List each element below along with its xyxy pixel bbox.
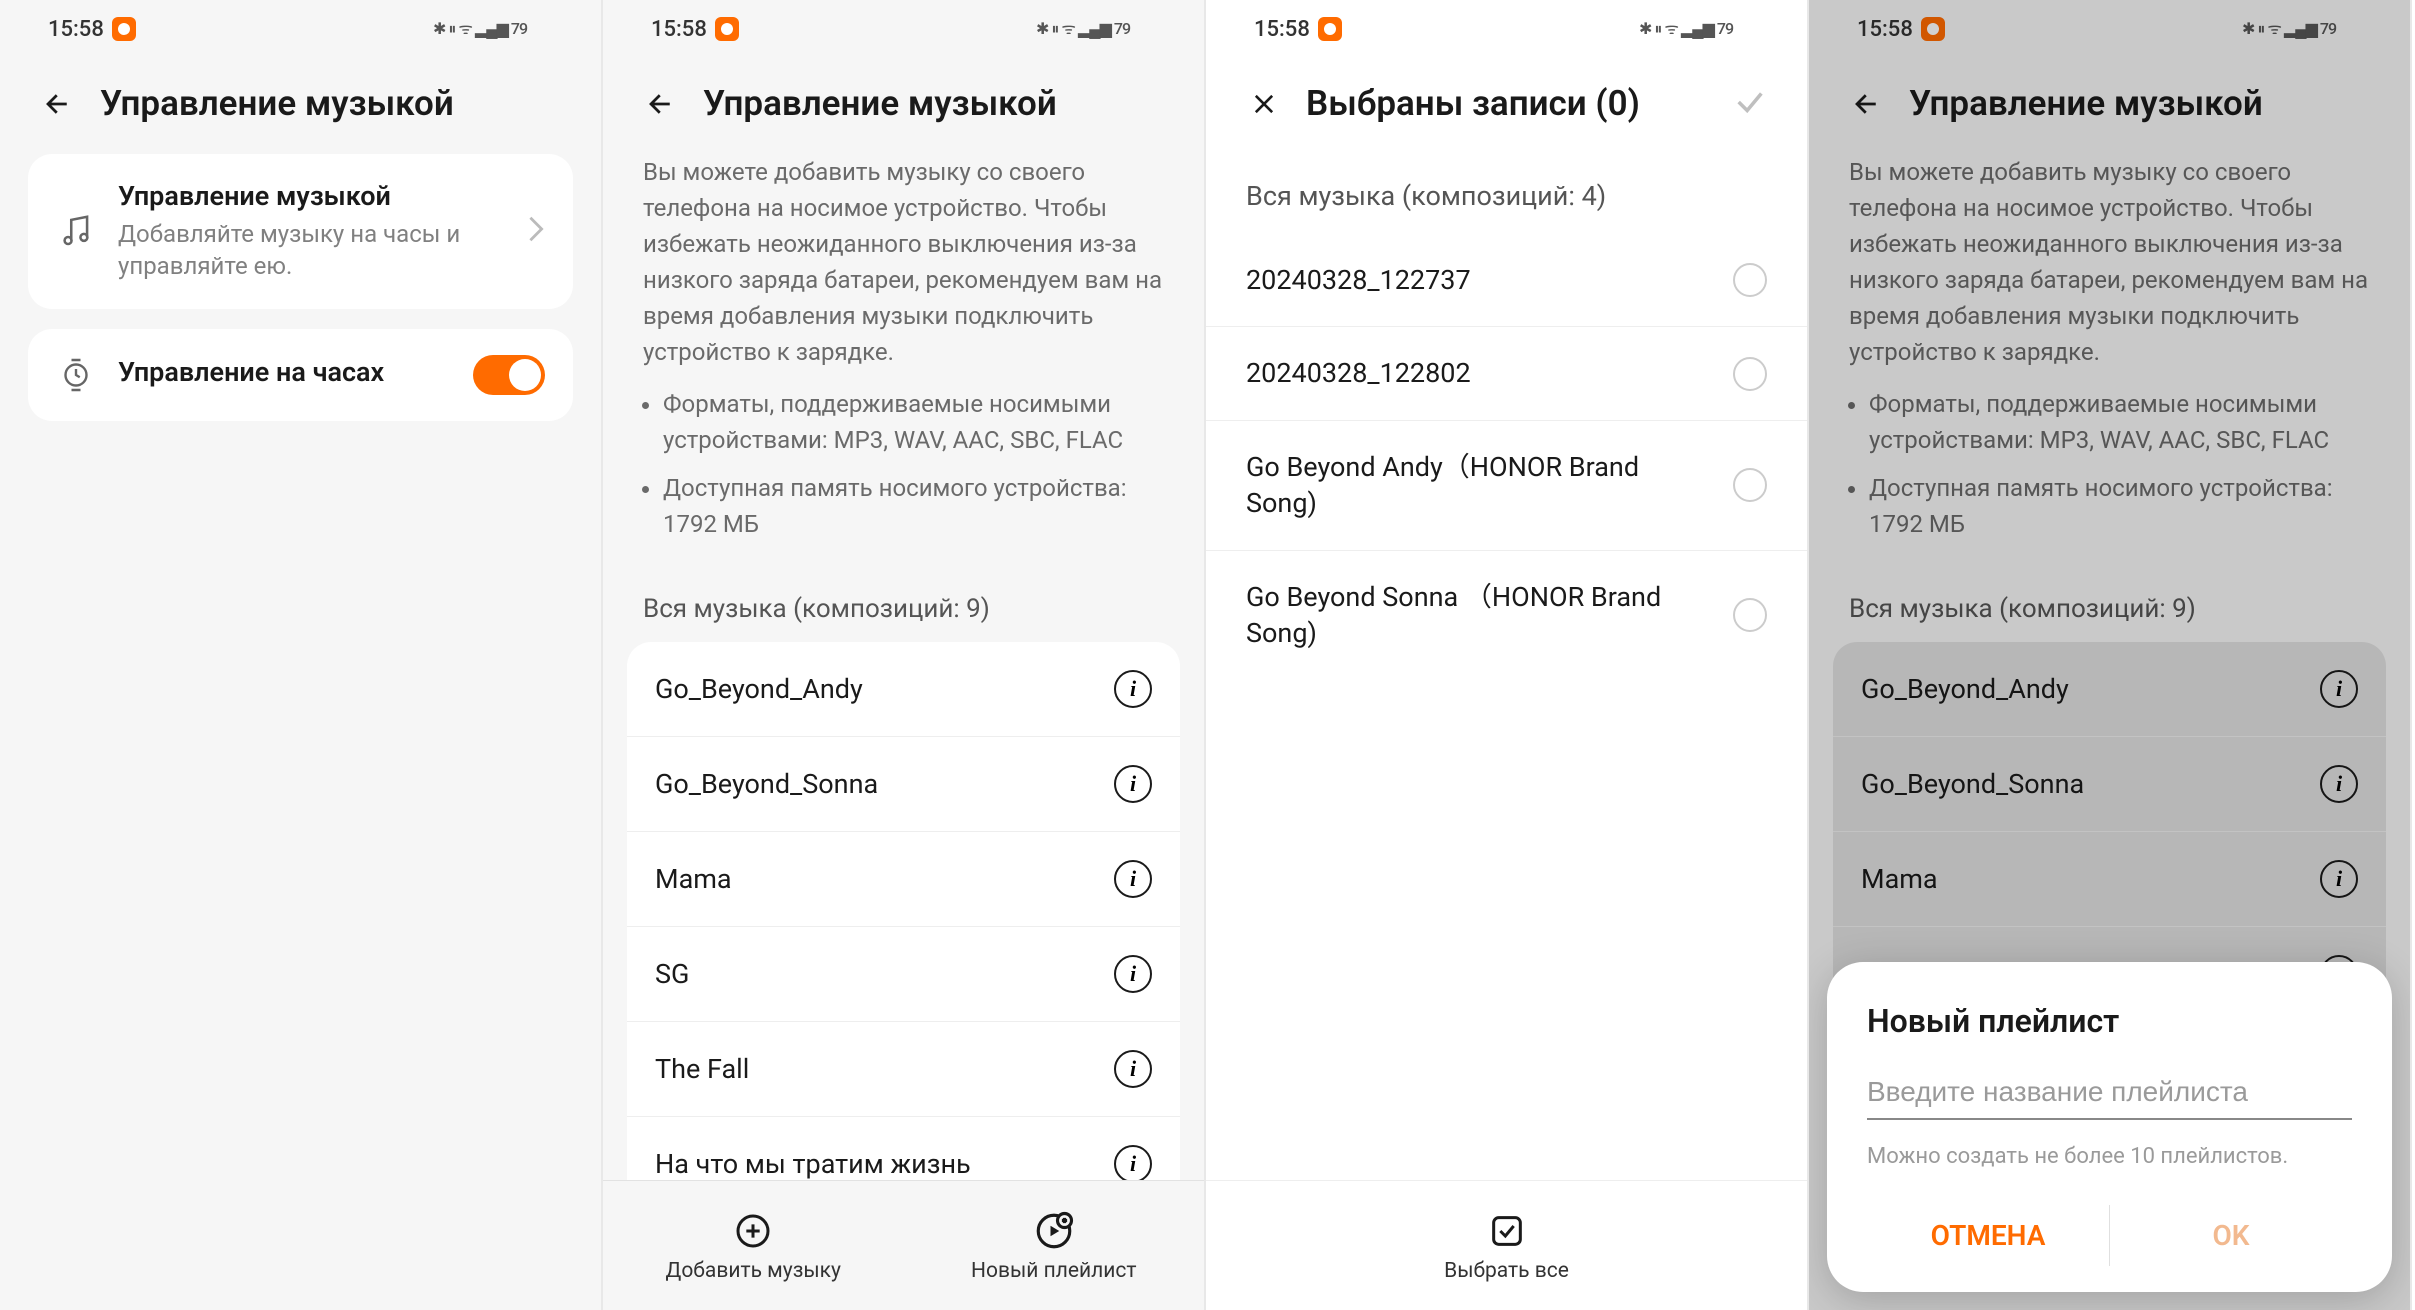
description-text: Вы можете добавить музыку со своего теле… [603, 154, 1204, 386]
list-item[interactable]: Go_Beyond_Sonnai [627, 737, 1180, 832]
music-manage-card[interactable]: Управление музыкой Добавляйте музыку на … [28, 154, 573, 309]
info-icon[interactable]: i [2320, 860, 2358, 898]
memory-bullet: Доступная память носимого устройства: 17… [1869, 470, 2370, 542]
svg-text:✱ ⏸ ᯤ ▂▄▆ 79: ✱ ⏸ ᯤ ▂▄▆ 79 [2242, 19, 2337, 39]
card-title: Управление на часах [118, 356, 451, 388]
music-list: Go_Beyond_Andyi Go_Beyond_Sonnai Mamai S… [627, 642, 1180, 1180]
dialog-title: Новый плейлист [1867, 1002, 2352, 1040]
list-item[interactable]: Go_Beyond_Sonnai [1833, 737, 2386, 832]
plus-circle-icon [731, 1209, 775, 1253]
page-title: Управление музыкой [1909, 83, 2263, 124]
page-title: Управление музыкой [100, 83, 454, 124]
button-label: Добавить музыку [666, 1259, 841, 1283]
playlist-name-input[interactable] [1867, 1070, 2352, 1120]
card-subtitle: Добавляйте музыку на часы и управляйте е… [118, 218, 505, 283]
page-title: Выбраны записи (0) [1306, 83, 1640, 124]
svg-text:✱ ⏸ ᯤ ▂▄▆ 79: ✱ ⏸ ᯤ ▂▄▆ 79 [433, 19, 528, 39]
music-list: 20240328_122737 20240328_122802 Go Beyon… [1206, 234, 1807, 680]
list-item[interactable]: Go Beyond Sonna （HONOR Brand Song) [1206, 551, 1807, 680]
confirm-icon[interactable] [1733, 85, 1767, 123]
section-title: Вся музыка (композиций: 4) [1206, 154, 1807, 234]
dialog-hint: Можно создать не более 10 плейлистов. [1867, 1144, 2352, 1169]
cancel-button[interactable]: ОТМЕНА [1867, 1205, 2110, 1266]
back-icon[interactable] [40, 86, 76, 122]
format-bullet: Форматы, поддерживаемые носимыми устройс… [1869, 386, 2370, 458]
radio-icon[interactable] [1733, 468, 1767, 502]
list-item[interactable]: Mamai [627, 832, 1180, 927]
list-item[interactable]: Go_Beyond_Andyi [1833, 642, 2386, 737]
svg-text:✱ ⏸ ᯤ ▂▄▆ 79: ✱ ⏸ ᯤ ▂▄▆ 79 [1639, 19, 1734, 39]
close-icon[interactable] [1246, 86, 1282, 122]
bottom-toolbar: Добавить музыку Новый плейлист [603, 1180, 1204, 1310]
status-indicators: ✱ ⏸ ᯤ ▂▄▆ 79 [433, 18, 553, 40]
select-all-icon [1485, 1209, 1529, 1253]
app-indicator-icon [112, 17, 136, 41]
button-label: Новый плейлист [971, 1259, 1136, 1283]
info-icon[interactable]: i [2320, 765, 2358, 803]
bottom-toolbar: Выбрать все [1206, 1180, 1807, 1310]
status-time: 15:58 [651, 17, 707, 42]
info-icon[interactable]: i [1114, 955, 1152, 993]
watch-control-card: Управление на часах [28, 329, 573, 421]
app-indicator-icon [1318, 17, 1342, 41]
add-music-button[interactable]: Добавить музыку [603, 1181, 904, 1310]
info-icon[interactable]: i [1114, 1145, 1152, 1180]
status-time: 15:58 [1857, 17, 1913, 42]
memory-bullet: Доступная память носимого устройства: 17… [663, 470, 1164, 542]
radio-icon[interactable] [1733, 263, 1767, 297]
info-icon[interactable]: i [1114, 860, 1152, 898]
page-title: Управление музыкой [703, 83, 1057, 124]
list-item[interactable]: На что мы тратим жизньi [627, 1117, 1180, 1180]
status-indicators: ✱ ⏸ ᯤ ▂▄▆ 79 [1036, 18, 1156, 40]
chevron-right-icon [527, 215, 545, 247]
new-playlist-dialog: Новый плейлист Можно создать не более 10… [1827, 962, 2392, 1292]
info-icon[interactable]: i [1114, 670, 1152, 708]
status-indicators: ✱ ⏸ ᯤ ▂▄▆ 79 [1639, 18, 1759, 40]
description-text: Вы можете добавить музыку со своего теле… [1809, 154, 2410, 386]
back-icon[interactable] [643, 86, 679, 122]
list-item[interactable]: 20240328_122737 [1206, 234, 1807, 327]
button-label: Выбрать все [1444, 1259, 1569, 1283]
status-bar: 15:58 ✱ ⏸ ᯤ ▂▄▆ 79 [603, 0, 1204, 58]
list-item[interactable]: Go_Beyond_Andyi [627, 642, 1180, 737]
watch-icon [56, 355, 96, 395]
ok-button[interactable]: OK [2110, 1205, 2352, 1266]
radio-icon[interactable] [1733, 357, 1767, 391]
info-icon[interactable]: i [2320, 670, 2358, 708]
playlist-add-icon [1032, 1209, 1076, 1253]
info-icon[interactable]: i [1114, 765, 1152, 803]
app-indicator-icon [715, 17, 739, 41]
status-bar: 15:58 ✱ ⏸ ᯤ ▂▄▆ 79 [1809, 0, 2410, 58]
back-icon[interactable] [1849, 86, 1885, 122]
new-playlist-button[interactable]: Новый плейлист [904, 1181, 1205, 1310]
status-bar: 15:58 ✱ ⏸ ᯤ ▂▄▆ 79 [1206, 0, 1807, 58]
app-indicator-icon [1921, 17, 1945, 41]
watch-control-toggle[interactable] [473, 355, 545, 395]
list-item[interactable]: SGi [627, 927, 1180, 1022]
status-time: 15:58 [48, 17, 104, 42]
music-note-icon [56, 211, 96, 251]
card-title: Управление музыкой [118, 180, 505, 212]
format-bullet: Форматы, поддерживаемые носимыми устройс… [663, 386, 1164, 458]
status-indicators: ✱ ⏸ ᯤ ▂▄▆ 79 [2242, 18, 2362, 40]
radio-icon[interactable] [1733, 598, 1767, 632]
svg-text:✱ ⏸ ᯤ ▂▄▆ 79: ✱ ⏸ ᯤ ▂▄▆ 79 [1036, 19, 1131, 39]
list-item[interactable]: Mamai [1833, 832, 2386, 927]
list-item[interactable]: 20240328_122802 [1206, 327, 1807, 420]
select-all-button[interactable]: Выбрать все [1206, 1181, 1807, 1310]
section-title: Вся музыка (композиций: 9) [1809, 574, 2410, 642]
section-title: Вся музыка (композиций: 9) [603, 574, 1204, 642]
status-time: 15:58 [1254, 17, 1310, 42]
list-item[interactable]: Go Beyond Andy（HONOR Brand Song) [1206, 421, 1807, 551]
list-item[interactable]: The Falli [627, 1022, 1180, 1117]
info-icon[interactable]: i [1114, 1050, 1152, 1088]
status-bar: 15:58 ✱ ⏸ ᯤ ▂▄▆ 79 [0, 0, 601, 58]
